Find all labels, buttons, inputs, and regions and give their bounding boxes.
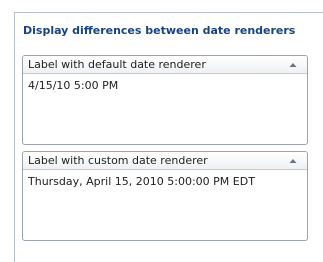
default-renderer-panel: Label with default date renderer 4/15/10…: [22, 55, 308, 145]
section-heading: Display differences between date rendere…: [23, 24, 296, 37]
panel-title: Label with custom date renderer: [28, 154, 208, 167]
collapse-up-icon[interactable]: [287, 59, 299, 71]
collapse-up-icon[interactable]: [287, 155, 299, 167]
panel-header: Label with default date renderer: [23, 56, 307, 74]
panel-title: Label with default date renderer: [28, 58, 206, 71]
custom-renderer-panel: Label with custom date renderer Thursday…: [22, 151, 308, 241]
panel-header: Label with custom date renderer: [23, 152, 307, 170]
default-date-label: 4/15/10 5:00 PM: [28, 79, 119, 92]
date-renderers-frame: Display differences between date rendere…: [14, 12, 323, 262]
custom-date-label: Thursday, April 15, 2010 5:00:00 PM EDT: [28, 175, 255, 188]
